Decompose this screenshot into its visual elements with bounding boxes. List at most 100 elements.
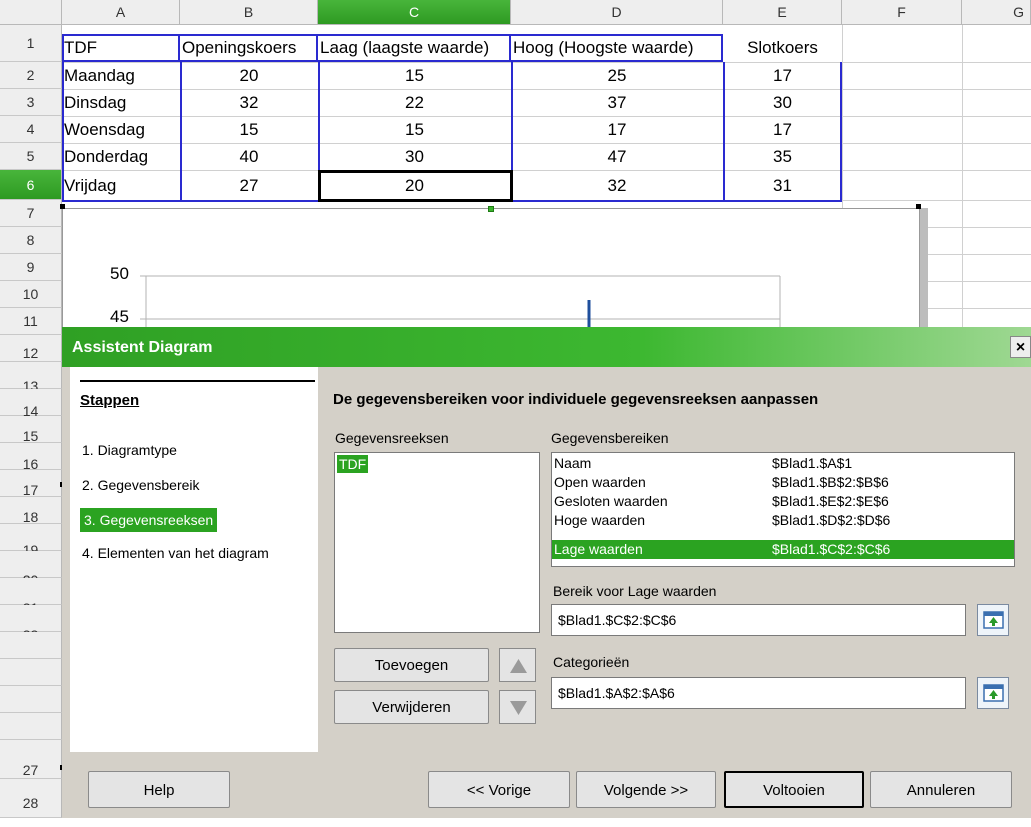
row-header-15[interactable]: 15 <box>0 416 62 444</box>
range-for-input[interactable]: $Blad1.$C$2:$C$6 <box>551 604 966 636</box>
range-row-naam[interactable]: Naam $Blad1.$A$1 <box>552 454 1014 473</box>
row-header-8[interactable]: 8 <box>0 227 62 254</box>
finish-button[interactable]: Voltooien <box>724 771 864 808</box>
move-down-button[interactable] <box>499 690 536 724</box>
row-header-11[interactable]: 11 <box>0 308 62 335</box>
cell-e6[interactable]: 31 <box>723 173 842 198</box>
row-header-14[interactable]: 14 <box>0 389 62 419</box>
step-elementen[interactable]: 4. Elementen van het diagram <box>82 545 269 561</box>
row-header-12[interactable]: 12 <box>0 335 62 362</box>
column-header-f[interactable]: F <box>842 0 962 25</box>
cell-b4[interactable]: 15 <box>180 117 318 142</box>
row-header-2[interactable]: 2 <box>0 62 62 89</box>
row-header-18[interactable]: 18 <box>0 497 62 525</box>
cell-d4[interactable]: 17 <box>511 117 723 142</box>
add-series-button[interactable]: Toevoegen <box>334 648 489 682</box>
row-header-4[interactable]: 4 <box>0 116 62 143</box>
close-icon[interactable]: × <box>1010 336 1031 358</box>
row-header-26[interactable]: 26 <box>0 713 62 756</box>
series-item-tdf[interactable]: TDF <box>337 455 369 473</box>
chart-handle-tr[interactable] <box>916 204 921 209</box>
column-header-a[interactable]: A <box>62 0 180 25</box>
row-header-19[interactable]: 19 <box>0 524 62 558</box>
cell-d5[interactable]: 47 <box>511 144 723 169</box>
row-header-21[interactable]: 21 <box>0 578 62 616</box>
row-header-20[interactable]: 20 <box>0 551 62 588</box>
row-header-7[interactable]: 7 <box>0 200 62 227</box>
help-button[interactable]: Help <box>88 771 230 808</box>
next-button[interactable]: Volgende >> <box>576 771 716 808</box>
column-header-b[interactable]: B <box>180 0 318 25</box>
column-header-e[interactable]: E <box>723 0 842 25</box>
back-button[interactable]: << Vorige <box>428 771 570 808</box>
row-header-25[interactable]: 25 <box>0 686 62 727</box>
series-list[interactable] <box>334 452 540 633</box>
cell-e1[interactable]: Slotkoers <box>723 35 842 60</box>
row-header-13[interactable]: 13 <box>0 362 62 394</box>
cell-c2[interactable]: 15 <box>318 63 511 88</box>
chart-handle-tl[interactable] <box>60 204 65 209</box>
categories-input[interactable]: $Blad1.$A$2:$A$6 <box>551 677 966 709</box>
chart-handle-tm[interactable] <box>488 206 494 212</box>
cell-d3[interactable]: 37 <box>511 90 723 115</box>
cell-b5[interactable]: 40 <box>180 144 318 169</box>
cell-a3[interactable]: Dinsdag <box>62 90 180 115</box>
remove-series-button[interactable]: Verwijderen <box>334 690 489 724</box>
cell-a1[interactable]: TDF <box>62 35 180 60</box>
row-header-1[interactable]: 1 <box>0 25 62 62</box>
series-label: Gegevensreeksen <box>335 430 449 446</box>
column-header-c[interactable]: C <box>318 0 511 25</box>
cell-d1[interactable]: Hoog (Hoogste waarde) <box>511 35 723 60</box>
range-name: Open waarden <box>554 474 646 490</box>
cell-e3[interactable]: 30 <box>723 90 842 115</box>
step-gegevensreeksen[interactable]: 3. Gegevensreeksen <box>80 508 218 532</box>
cell-c1[interactable]: Laag (laagste waarde) <box>318 35 513 60</box>
move-up-button[interactable] <box>499 648 536 682</box>
categories-picker-button[interactable] <box>977 677 1009 709</box>
range-row-lage[interactable]: Lage waarden $Blad1.$C$2:$C$6 <box>552 540 1014 559</box>
cell-b1[interactable]: Openingskoers <box>180 35 320 60</box>
cell-d6[interactable]: 32 <box>511 173 723 198</box>
range-picker-button[interactable] <box>977 604 1009 636</box>
range-row-gesloten[interactable]: Gesloten waarden $Blad1.$E$2:$E$6 <box>552 492 1014 511</box>
row-header-27[interactable]: 27 <box>0 740 62 779</box>
cell-a4[interactable]: Woensdag <box>62 117 180 142</box>
range-row-open[interactable]: Open waarden $Blad1.$B$2:$B$6 <box>552 473 1014 492</box>
cell-c3[interactable]: 22 <box>318 90 511 115</box>
cell-b3[interactable]: 32 <box>180 90 318 115</box>
step-diagramtype[interactable]: 1. Diagramtype <box>82 442 177 458</box>
cell-c6[interactable]: 20 <box>318 173 511 198</box>
cell-c5[interactable]: 30 <box>318 144 511 169</box>
cell-a5[interactable]: Donderdag <box>62 144 180 169</box>
cell-b2[interactable]: 20 <box>180 63 318 88</box>
cell-d2[interactable]: 25 <box>511 63 723 88</box>
row-header-22[interactable]: 22 <box>0 605 62 643</box>
range-row-hoge[interactable]: Hoge waarden $Blad1.$D$2:$D$6 <box>552 511 1014 530</box>
column-header-g[interactable]: G <box>962 0 1031 25</box>
cell-a2[interactable]: Maandag <box>62 63 180 88</box>
step-gegevensbereik[interactable]: 2. Gegevensbereik <box>82 477 200 493</box>
cell-e5[interactable]: 35 <box>723 144 842 169</box>
cell-e2[interactable]: 17 <box>723 63 842 88</box>
row-header-6[interactable]: 6 <box>0 170 62 200</box>
column-header-d[interactable]: D <box>511 0 723 25</box>
row-header-16[interactable]: 16 <box>0 443 62 472</box>
row-header-17[interactable]: 17 <box>0 470 62 498</box>
cell-e4[interactable]: 17 <box>723 117 842 142</box>
row-header-23[interactable]: 23 <box>0 632 62 672</box>
row-header-3[interactable]: 3 <box>0 89 62 116</box>
range-value: $Blad1.$B$2:$B$6 <box>772 474 889 490</box>
dialog-title: Assistent Diagram <box>72 339 213 356</box>
cell-c4[interactable]: 15 <box>318 117 511 142</box>
cell-b6[interactable]: 27 <box>180 173 318 198</box>
cancel-button[interactable]: Annuleren <box>870 771 1012 808</box>
row-header-28[interactable]: 28 <box>0 779 62 818</box>
chart-y-tick-45: 45 <box>110 307 129 326</box>
cell-a6[interactable]: Vrijdag <box>62 173 180 198</box>
dialog-title-bar[interactable]: Assistent Diagram <box>62 327 1031 367</box>
row-header-5[interactable]: 5 <box>0 143 62 170</box>
row-header-24[interactable]: 24 <box>0 659 62 700</box>
row-header-10[interactable]: 10 <box>0 281 62 308</box>
row-header-9[interactable]: 9 <box>0 254 62 281</box>
sheet-corner[interactable] <box>0 0 62 25</box>
